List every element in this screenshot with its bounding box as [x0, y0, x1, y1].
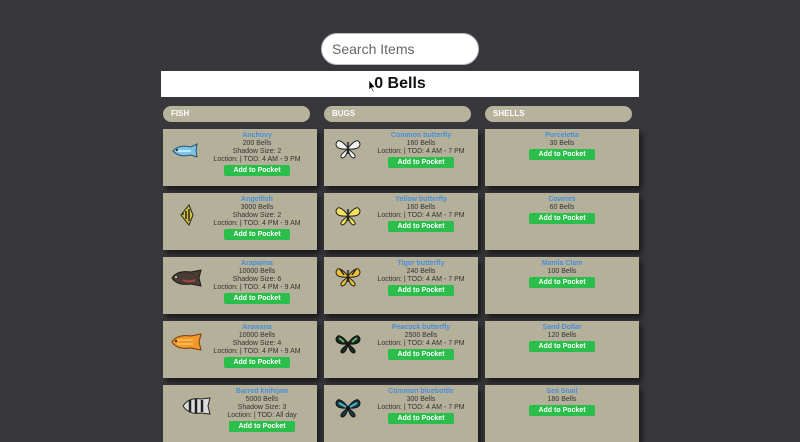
item-name[interactable]: Arowana — [197, 324, 317, 332]
bug-card: Peacock butterfly 2500 Bells Loction: | … — [324, 321, 478, 378]
item-price: 2500 Bells — [404, 332, 438, 339]
item-price: 240 Bells — [406, 268, 436, 275]
fish-card: Angelfish 3000 Bells Shadow Size: 2 Loct… — [163, 193, 317, 250]
add-to-pocket-button[interactable]: Add to Pocket — [529, 277, 595, 288]
shell-card: Cowries 60 Bells Add to Pocket — [485, 193, 639, 250]
item-name[interactable]: Sand Dollar — [485, 324, 639, 332]
shells-column-header: SHELLS — [485, 106, 632, 122]
item-price: 10000 Bells — [238, 268, 276, 275]
item-price: 160 Bells — [406, 140, 436, 147]
peacock-butterfly-icon — [335, 335, 361, 354]
add-to-pocket-button[interactable]: Add to Pocket — [388, 285, 454, 296]
item-price: 180 Bells — [547, 396, 577, 403]
bug-card: Common bluebottle 300 Bells Loction: | T… — [324, 385, 478, 442]
item-price: 200 Bells — [242, 140, 272, 147]
item-name[interactable]: Anchovy — [197, 132, 317, 140]
item-location: Loction: | TOD: 4 PM - 9 AM — [213, 284, 301, 291]
fish-card: Anchovy 200 Bells Shadow Size: 2 Loction… — [163, 129, 317, 186]
common-butterfly-icon — [335, 140, 361, 159]
add-to-pocket-button[interactable]: Add to Pocket — [388, 221, 454, 232]
item-name[interactable]: Cowries — [485, 196, 639, 204]
search-input[interactable] — [321, 33, 479, 65]
shells-column: SHELLS Porceletta 30 Bells Add to Pocket… — [485, 106, 639, 442]
item-location: Loction: | TOD: 4 AM - 7 PM — [377, 404, 465, 411]
item-location: Loction: | TOD: 4 AM - 7 PM — [377, 148, 465, 155]
shell-card: Manila Clam 100 Bells Add to Pocket — [485, 257, 639, 314]
item-shadow: Shadow Size: 2 — [232, 148, 282, 155]
add-to-pocket-button[interactable]: Add to Pocket — [529, 341, 595, 352]
shell-card: Sand Dollar 120 Bells Add to Pocket — [485, 321, 639, 378]
item-name[interactable]: Common butterfly — [364, 132, 478, 140]
item-name[interactable]: Yellow butterfly — [364, 196, 478, 204]
add-to-pocket-button[interactable]: Add to Pocket — [224, 357, 290, 368]
item-name[interactable]: Barred knifejaw — [207, 388, 317, 396]
item-name[interactable]: Arapaima — [197, 260, 317, 268]
bugs-column: BUGS Common butterfly 160 Bells Loction:… — [324, 106, 478, 442]
item-name[interactable]: Peacock butterfly — [364, 324, 478, 332]
add-to-pocket-button[interactable]: Add to Pocket — [224, 165, 290, 176]
item-price: 300 Bells — [406, 396, 436, 403]
fish-column: FISH Anchovy 200 Bells Shadow Size: 2 Lo… — [163, 106, 317, 442]
add-to-pocket-button[interactable]: Add to Pocket — [529, 405, 595, 416]
item-location: Loction: | TOD: 4 AM - 7 PM — [377, 276, 465, 283]
add-to-pocket-button[interactable]: Add to Pocket — [229, 421, 295, 432]
item-location: Loction: | TOD: 4 PM - 9 AM — [213, 348, 301, 355]
item-price: 10000 Bells — [238, 332, 276, 339]
item-price: 60 Bells — [549, 204, 575, 211]
item-name[interactable]: Angelfish — [197, 196, 317, 204]
item-name[interactable]: Tiger butterfly — [364, 260, 478, 268]
shell-card: Porceletta 30 Bells Add to Pocket — [485, 129, 639, 186]
item-shadow: Shadow Size: 4 — [232, 340, 282, 347]
common-bluebottle-icon — [335, 399, 361, 418]
yellow-butterfly-icon — [335, 207, 361, 226]
item-location: Loction: | TOD: 4 AM - 9 PM — [213, 156, 301, 163]
item-location: Loction: | TOD: 4 AM - 7 PM — [377, 212, 465, 219]
shell-card: Sea Snail 180 Bells Add to Pocket — [485, 385, 639, 442]
item-price: 100 Bells — [547, 268, 577, 275]
fish-card: Barred knifejaw 5000 Bells Shadow Size: … — [163, 385, 317, 442]
item-price: 120 Bells — [547, 332, 577, 339]
item-location: Loction: | TOD: All day — [227, 412, 297, 419]
item-shadow: Shadow Size: 6 — [232, 276, 282, 283]
add-to-pocket-button[interactable]: Add to Pocket — [224, 293, 290, 304]
item-name[interactable]: Sea Snail — [485, 388, 639, 396]
item-name[interactable]: Porceletta — [485, 132, 639, 140]
bug-card: Tiger butterfly 240 Bells Loction: | TOD… — [324, 257, 478, 314]
item-name[interactable]: Manila Clam — [485, 260, 639, 268]
add-to-pocket-button[interactable]: Add to Pocket — [224, 229, 290, 240]
item-price: 30 Bells — [549, 140, 575, 147]
bugs-column-header: BUGS — [324, 106, 471, 122]
item-shadow: Shadow Size: 2 — [232, 212, 282, 219]
item-location: Loction: | TOD: 4 AM - 7 PM — [377, 340, 465, 347]
item-shadow: Shadow Size: 3 — [237, 404, 287, 411]
item-price: 3000 Bells — [240, 204, 274, 211]
pocket-total: 0 Bells — [161, 71, 639, 97]
fish-card: Arowana 10000 Bells Shadow Size: 4 Locti… — [163, 321, 317, 378]
fish-card: Arapaima 10000 Bells Shadow Size: 6 Loct… — [163, 257, 317, 314]
add-to-pocket-button[interactable]: Add to Pocket — [388, 157, 454, 168]
add-to-pocket-button[interactable]: Add to Pocket — [529, 213, 595, 224]
tiger-butterfly-icon — [335, 268, 361, 287]
add-to-pocket-button[interactable]: Add to Pocket — [388, 413, 454, 424]
item-location: Loction: | TOD: 4 PM - 9 AM — [213, 220, 301, 227]
item-name[interactable]: Common bluebottle — [364, 388, 478, 396]
fish-column-header: FISH — [163, 106, 310, 122]
bug-card: Common butterfly 160 Bells Loction: | TO… — [324, 129, 478, 186]
add-to-pocket-button[interactable]: Add to Pocket — [529, 149, 595, 160]
bug-card: Yellow butterfly 160 Bells Loction: | TO… — [324, 193, 478, 250]
add-to-pocket-button[interactable]: Add to Pocket — [388, 349, 454, 360]
item-price: 160 Bells — [406, 204, 436, 211]
mouse-cursor-icon — [368, 80, 376, 92]
item-price: 5000 Bells — [245, 396, 279, 403]
